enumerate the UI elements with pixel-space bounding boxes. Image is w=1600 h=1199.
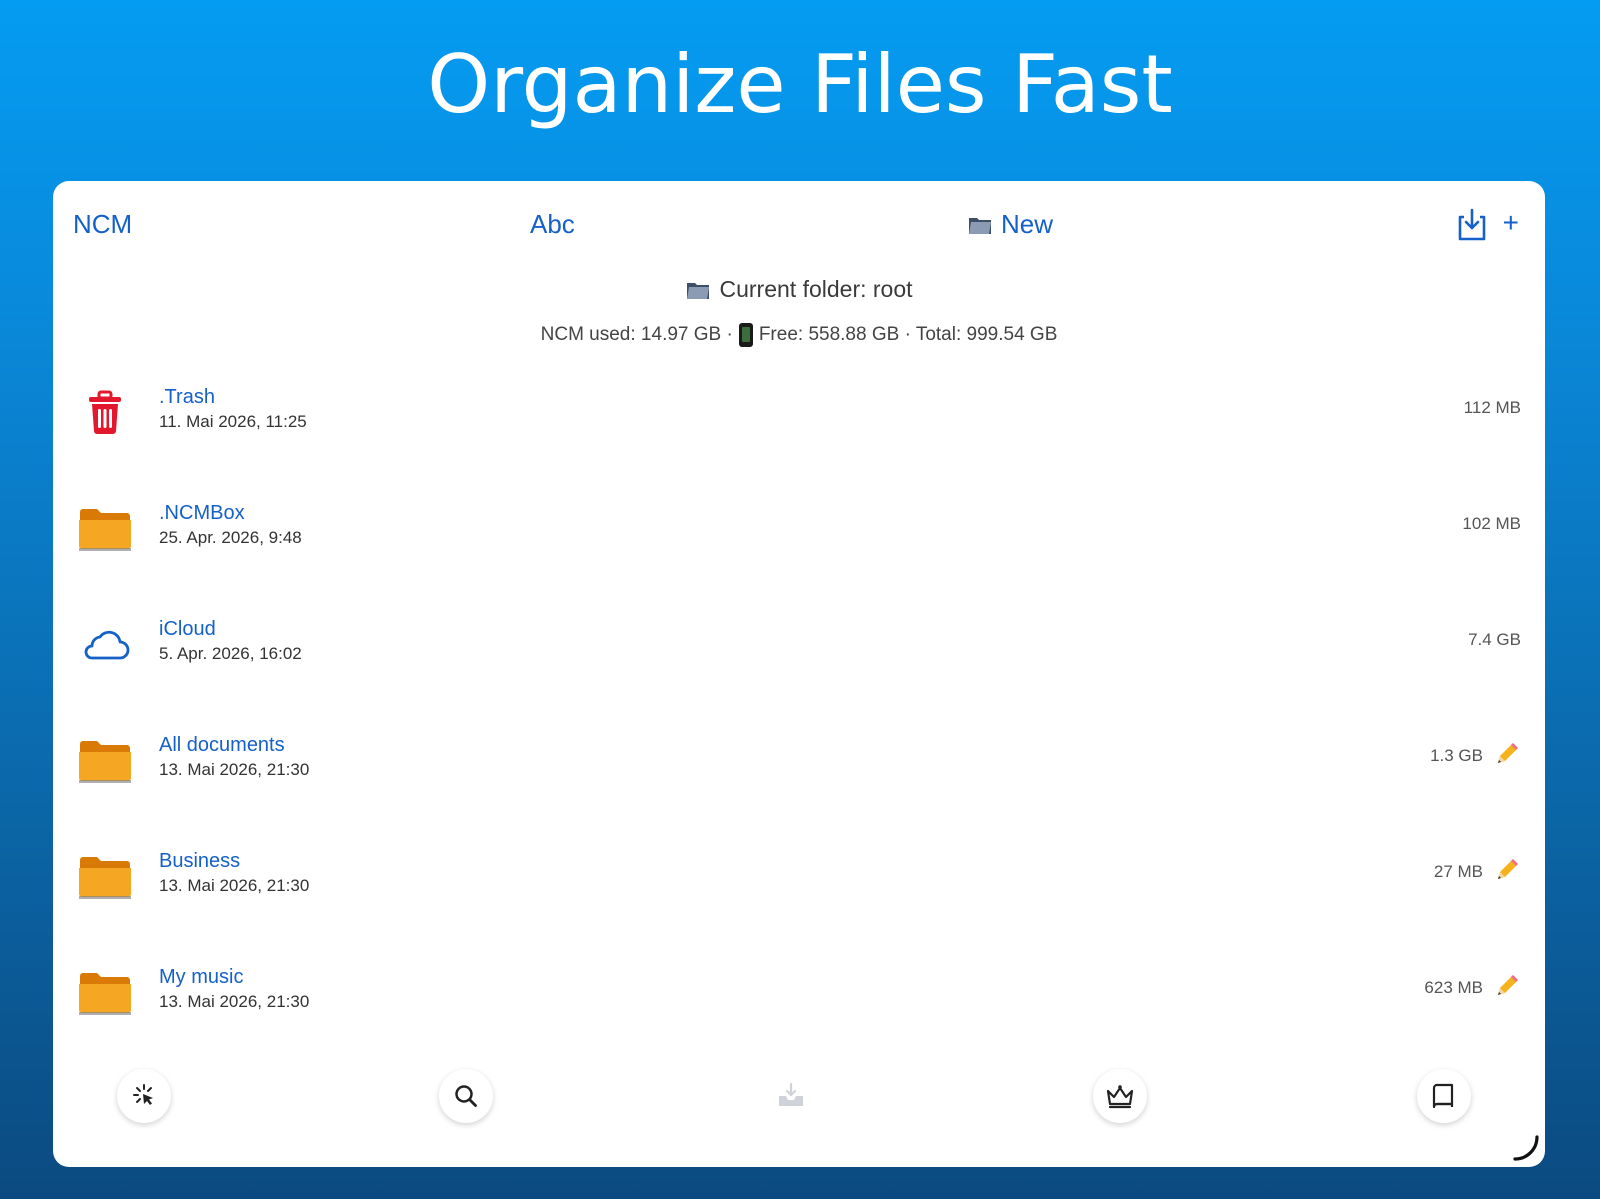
file-size: 112 MB [1463, 398, 1521, 417]
file-name: All documents [159, 734, 285, 756]
toolbar: NCM Abc New + [53, 205, 1545, 249]
list-item[interactable]: My music 13. Mai 2026, 21:30 623 MB [53, 936, 1545, 1052]
search-icon [455, 1085, 477, 1107]
pencil-icon[interactable] [1493, 856, 1521, 884]
file-name: My music [159, 966, 244, 988]
cloud-icon [77, 618, 133, 670]
folder-info: Current folder: root NCM used: 14.97 GB … [53, 276, 1545, 347]
file-size: 623 MB [1424, 978, 1483, 997]
import-tray-button[interactable] [764, 1069, 818, 1123]
pencil-icon[interactable] [1493, 740, 1521, 768]
file-name: .Trash [159, 386, 215, 408]
add-button[interactable]: + [1503, 207, 1519, 239]
phone-icon [738, 322, 753, 347]
hero-title: Organize Files Fast [427, 38, 1173, 131]
import-icon[interactable] [1455, 207, 1489, 243]
new-folder-button[interactable]: New [967, 209, 1053, 240]
file-size: 1.3 GB [1430, 746, 1483, 765]
file-name: iCloud [159, 618, 216, 640]
app-window: NCM Abc New + Current folder: root NCM u… [53, 181, 1545, 1167]
list-item[interactable]: Business 13. Mai 2026, 21:30 27 MB [53, 820, 1545, 936]
select-icon [133, 1084, 153, 1105]
list-item[interactable]: All documents 13. Mai 2026, 21:30 1.3 GB [53, 704, 1545, 820]
search-button[interactable] [439, 1069, 493, 1123]
select-button[interactable] [117, 1069, 171, 1123]
bottom-bar [53, 1069, 1545, 1129]
sort-button[interactable]: Abc [530, 209, 575, 240]
folder-icon [77, 850, 133, 902]
file-date: 13. Mai 2026, 21:30 [159, 760, 310, 779]
ncm-used-text: NCM used: 14.97 GB · [540, 323, 733, 345]
storage-info: NCM used: 14.97 GB · Free: 558.88 GB · T… [53, 322, 1545, 347]
file-size: 7.4 GB [1468, 630, 1521, 649]
current-folder: Current folder: root [685, 276, 913, 303]
file-date: 11. Mai 2026, 11:25 [159, 412, 307, 431]
list-item[interactable]: iCloud 5. Apr. 2026, 16:02 7.4 GB [53, 588, 1545, 704]
book-icon [1432, 1083, 1454, 1109]
list-item[interactable]: .Trash 11. Mai 2026, 11:25 112 MB [53, 356, 1545, 472]
current-folder-label: Current folder: root [719, 276, 913, 302]
import-tray-icon [779, 1082, 803, 1106]
file-date: 25. Apr. 2026, 9:48 [159, 528, 302, 547]
file-date: 5. Apr. 2026, 16:02 [159, 644, 302, 663]
folder-icon [77, 734, 133, 786]
crown-icon [1106, 1085, 1134, 1109]
file-list: .Trash 11. Mai 2026, 11:25 112 MB .NCMBo… [53, 356, 1545, 1052]
folder-mini-icon [687, 282, 710, 299]
file-size: 102 MB [1462, 514, 1521, 533]
trash-icon [77, 386, 133, 438]
file-date: 13. Mai 2026, 21:30 [159, 876, 310, 895]
folder-mini-icon [969, 217, 991, 234]
premium-button[interactable] [1093, 1069, 1147, 1123]
file-date: 13. Mai 2026, 21:30 [159, 992, 310, 1011]
free-total-text: Free: 558.88 GB · Total: 999.54 GB [758, 323, 1058, 345]
loading-spinner-icon [1513, 1135, 1539, 1161]
file-size: 27 MB [1433, 862, 1483, 881]
pencil-icon[interactable] [1493, 972, 1521, 1000]
folder-icon [77, 966, 133, 1018]
file-name: Business [159, 850, 241, 872]
new-folder-label: New [1001, 209, 1054, 239]
list-item[interactable]: .NCMBox 25. Apr. 2026, 9:48 102 MB [53, 472, 1545, 588]
folder-icon [77, 502, 133, 554]
ncm-button[interactable]: NCM [73, 209, 132, 240]
library-button[interactable] [1417, 1069, 1471, 1123]
file-name: .NCMBox [159, 502, 245, 524]
